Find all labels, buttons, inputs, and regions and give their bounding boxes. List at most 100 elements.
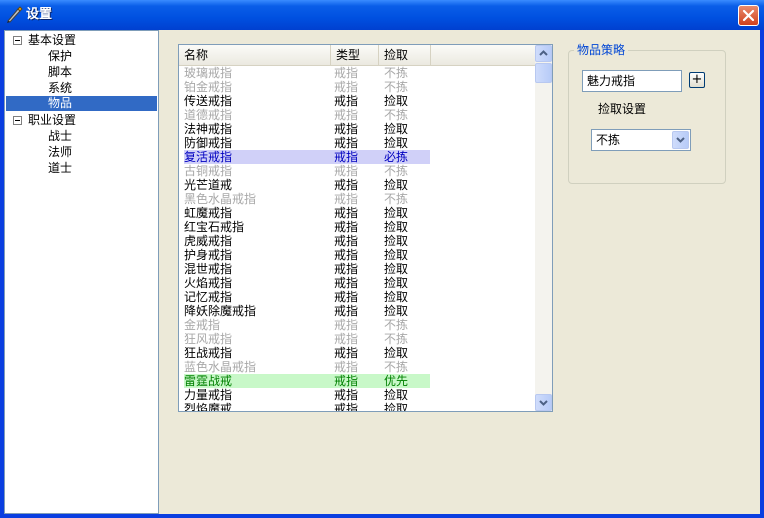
row-type: 戒指 — [334, 136, 359, 150]
close-button[interactable] — [738, 5, 759, 26]
pen-icon — [5, 6, 23, 24]
table-row[interactable]: 降妖除魔戒指 戒指 捡取 — [184, 304, 430, 318]
table-row[interactable]: 狂风戒指 戒指 不拣 — [184, 332, 430, 346]
row-name: 金戒指 — [184, 318, 221, 332]
row-type: 戒指 — [334, 234, 359, 248]
row-name: 降妖除魔戒指 — [184, 304, 257, 318]
minus-box-icon[interactable] — [13, 36, 22, 45]
table-row[interactable]: 记忆戒指 戒指 捡取 — [184, 290, 430, 304]
table-row[interactable]: 雷霆战戒 戒指 优先 — [184, 374, 430, 388]
minus-box-icon[interactable] — [13, 116, 22, 125]
settings-window: 设置 基本设置 保护 脚本 系统 物品 职业设置 战士 法师 道士 名称 类型 … — [0, 0, 764, 518]
scroll-thumb[interactable] — [535, 63, 552, 83]
tree-group-basic[interactable]: 基本设置 — [12, 33, 152, 47]
row-type: 戒指 — [334, 276, 359, 290]
tree-item-taoist[interactable]: 道士 — [48, 161, 72, 175]
table-row[interactable]: 红宝石戒指 戒指 捡取 — [184, 220, 430, 234]
tree-item-label: 系统 — [48, 81, 73, 95]
table-row[interactable]: 防御戒指 戒指 捡取 — [184, 136, 430, 150]
dropdown-button[interactable] — [672, 131, 689, 149]
column-header-name[interactable]: 名称 — [179, 45, 331, 65]
pickup-setting-label: 捡取设置 — [598, 102, 647, 116]
row-type: 戒指 — [334, 80, 359, 94]
row-name: 虹魔戒指 — [184, 206, 233, 220]
row-type: 戒指 — [334, 206, 359, 220]
title-bar[interactable]: 设置 — [0, 0, 764, 30]
table-row[interactable]: 玻璃戒指 戒指 不拣 — [184, 66, 430, 80]
tree-item-protect[interactable]: 保护 — [48, 49, 72, 63]
row-name: 红宝石戒指 — [184, 220, 245, 234]
row-type: 戒指 — [334, 402, 359, 412]
table-row[interactable]: 混世戒指 戒指 捡取 — [184, 262, 430, 276]
chevron-down-icon — [676, 137, 685, 143]
tree-item-items[interactable]: 物品 — [6, 96, 157, 111]
tree-item-label: 法师 — [48, 145, 73, 159]
table-row[interactable]: 古铜戒指 戒指 不拣 — [184, 164, 430, 178]
row-name: 狂风戒指 — [184, 332, 233, 346]
table-row[interactable]: 传送戒指 戒指 捡取 — [184, 94, 430, 108]
table-row[interactable]: 铂金戒指 戒指 不拣 — [184, 80, 430, 94]
table-row[interactable]: 法神戒指 戒指 捡取 — [184, 122, 430, 136]
row-type: 戒指 — [334, 360, 359, 374]
row-name: 力量戒指 — [184, 388, 233, 402]
pickup-select-value: 不拣 — [596, 133, 621, 147]
row-name: 道德戒指 — [184, 108, 233, 122]
row-type: 戒指 — [334, 248, 359, 262]
tree-item-script[interactable]: 脚本 — [48, 65, 72, 79]
scroll-down-button[interactable] — [535, 394, 552, 411]
table-row[interactable]: 虎威戒指 戒指 捡取 — [184, 234, 430, 248]
row-pick: 优先 — [384, 374, 409, 388]
item-name-field[interactable]: 魅力戒指 — [582, 70, 682, 92]
row-pick: 捡取 — [384, 234, 409, 248]
list-header: 名称 类型 捡取 — [179, 45, 535, 66]
row-type: 戒指 — [334, 108, 359, 122]
list-scrollbar[interactable] — [535, 45, 552, 411]
client-area: 基本设置 保护 脚本 系统 物品 职业设置 战士 法师 道士 名称 类型 捡取 … — [4, 30, 760, 514]
table-row[interactable]: 虹魔戒指 戒指 捡取 — [184, 206, 430, 220]
table-row[interactable]: 蓝色水晶戒指 戒指 不拣 — [184, 360, 430, 374]
table-row[interactable]: 力量戒指 戒指 捡取 — [184, 388, 430, 402]
tree-item-system[interactable]: 系统 — [48, 81, 72, 95]
row-pick: 捡取 — [384, 136, 409, 150]
row-type: 戒指 — [334, 388, 359, 402]
table-row[interactable]: 光芒道戒 戒指 捡取 — [184, 178, 430, 192]
row-type: 戒指 — [334, 178, 359, 192]
row-name: 传送戒指 — [184, 94, 233, 108]
tree-item-warrior[interactable]: 战士 — [48, 129, 72, 143]
row-type: 戒指 — [334, 66, 359, 80]
pickup-select[interactable]: 不拣 — [591, 129, 691, 151]
column-header-pick[interactable]: 捡取 — [379, 45, 431, 65]
item-list: 名称 类型 捡取 玻璃戒指 戒指 不拣 铂金戒指 戒指 不拣 传送戒指 戒指 捡取 道德戒指 戒指不… — [178, 44, 553, 412]
strategy-group-title: 物品策略 — [574, 43, 629, 57]
row-type: 戒指 — [334, 304, 359, 318]
row-type: 戒指 — [334, 346, 359, 360]
row-name: 记忆戒指 — [184, 290, 233, 304]
row-pick: 不拣 — [384, 360, 409, 374]
tree-item-mage[interactable]: 法师 — [48, 145, 72, 159]
row-pick: 捡取 — [384, 122, 409, 136]
tree-group-label: 基本设置 — [28, 33, 77, 47]
table-row[interactable]: 金戒指 戒指 不拣 — [184, 318, 430, 332]
table-row[interactable]: 护身戒指 戒指 捡取 — [184, 248, 430, 262]
table-row[interactable]: 烈焰魔戒 戒指 捡取 — [184, 402, 430, 412]
tree-item-label: 保护 — [48, 49, 73, 63]
table-row[interactable]: 狂战戒指 戒指 捡取 — [184, 346, 430, 360]
table-row[interactable]: 道德戒指 戒指 不拣 — [184, 108, 430, 122]
row-name: 复活戒指 — [184, 150, 233, 164]
row-pick: 不拣 — [384, 192, 409, 206]
tree-group-class[interactable]: 职业设置 — [12, 113, 152, 127]
row-pick: 捡取 — [384, 248, 409, 262]
row-name: 烈焰魔戒 — [184, 402, 233, 412]
add-item-button[interactable]: + — [689, 72, 705, 88]
table-row[interactable]: 黑色水晶戒指 戒指 不拣 — [184, 192, 430, 206]
tree-item-label: 战士 — [48, 129, 73, 143]
column-header-type[interactable]: 类型 — [331, 45, 379, 65]
scroll-up-button[interactable] — [535, 45, 552, 62]
row-name: 火焰戒指 — [184, 276, 233, 290]
table-row[interactable]: 复活戒指 戒指 必拣 — [184, 150, 430, 164]
table-row[interactable]: 火焰戒指 戒指 捡取 — [184, 276, 430, 290]
row-type: 戒指 — [334, 150, 359, 164]
row-name: 黑色水晶戒指 — [184, 192, 257, 206]
row-pick: 不拣 — [384, 108, 409, 122]
row-name: 铂金戒指 — [184, 80, 233, 94]
